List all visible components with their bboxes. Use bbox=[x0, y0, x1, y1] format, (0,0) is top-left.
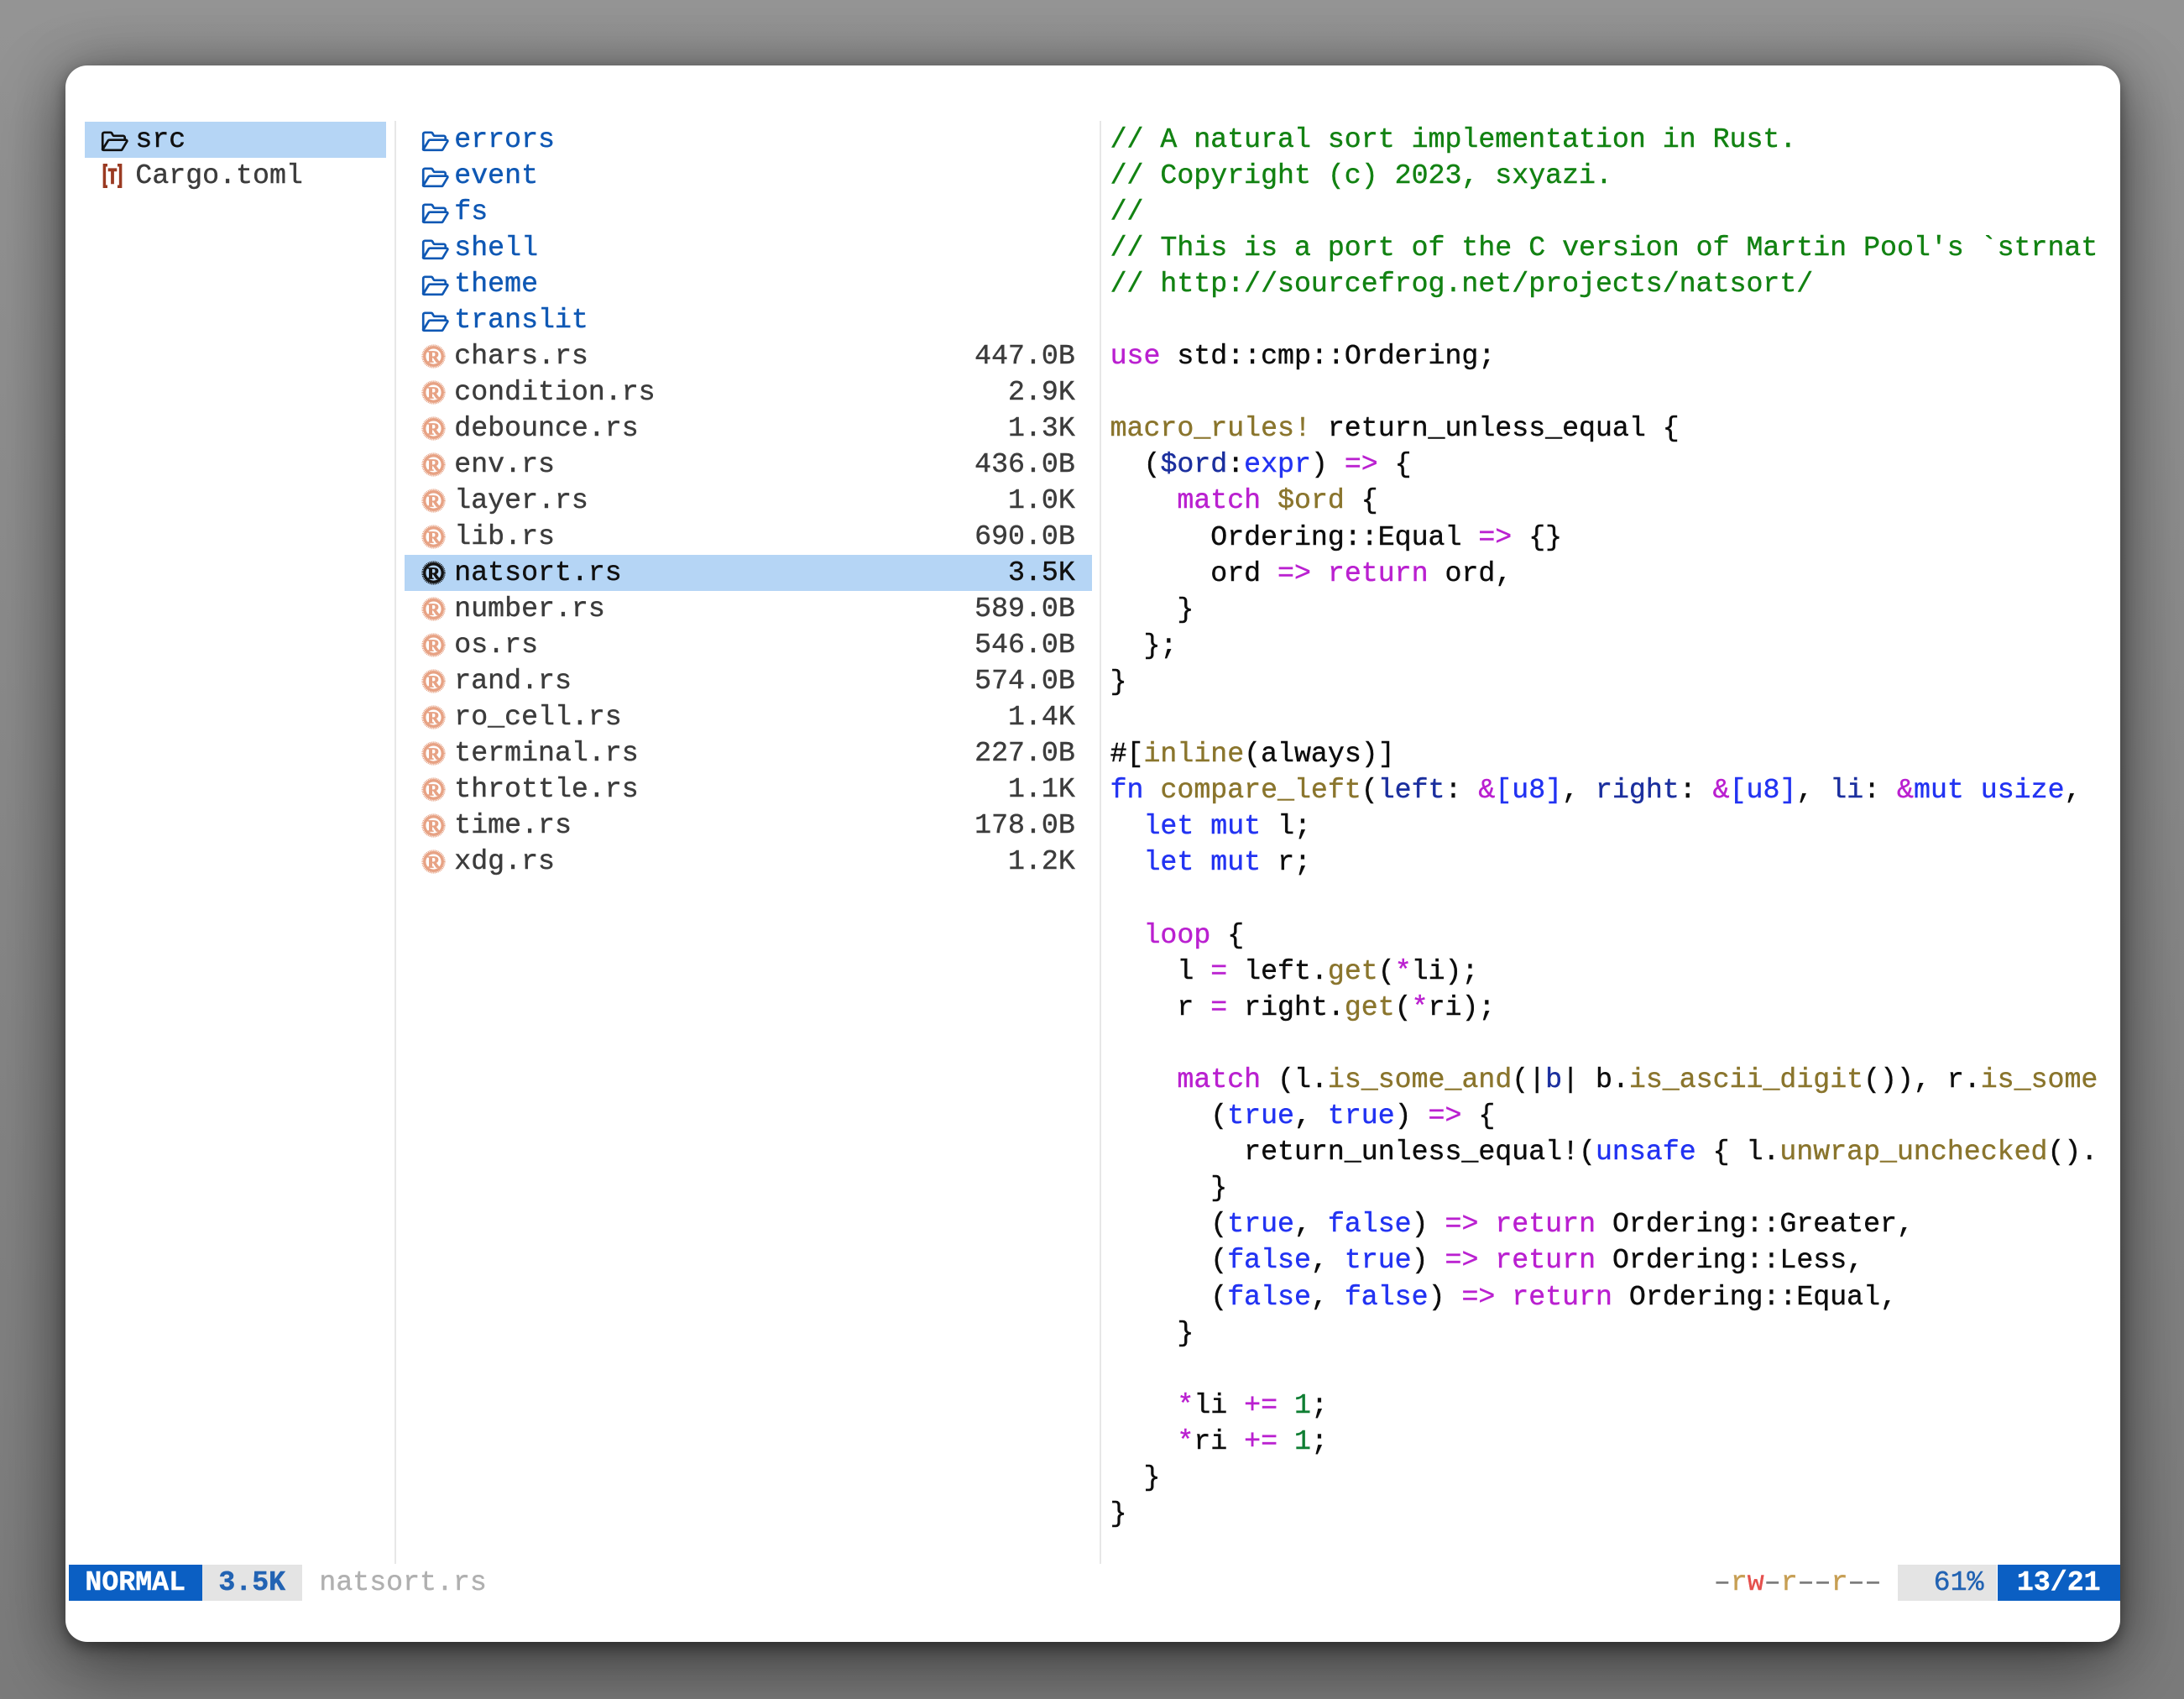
svg-text:R: R bbox=[427, 781, 440, 799]
svg-text:R: R bbox=[427, 456, 440, 474]
svg-text:R: R bbox=[427, 492, 440, 510]
svg-text:R: R bbox=[427, 636, 440, 655]
svg-text:R: R bbox=[427, 528, 440, 546]
svg-text:R: R bbox=[427, 420, 440, 438]
svg-text:R: R bbox=[427, 384, 440, 402]
svg-text:R: R bbox=[427, 600, 440, 619]
svg-text:R: R bbox=[427, 564, 440, 583]
svg-text:R: R bbox=[427, 745, 440, 763]
svg-text:R: R bbox=[427, 708, 440, 727]
svg-text:R: R bbox=[427, 817, 440, 835]
svg-text:R: R bbox=[427, 348, 440, 366]
svg-text:R: R bbox=[427, 853, 440, 871]
svg-text:R: R bbox=[427, 672, 440, 691]
